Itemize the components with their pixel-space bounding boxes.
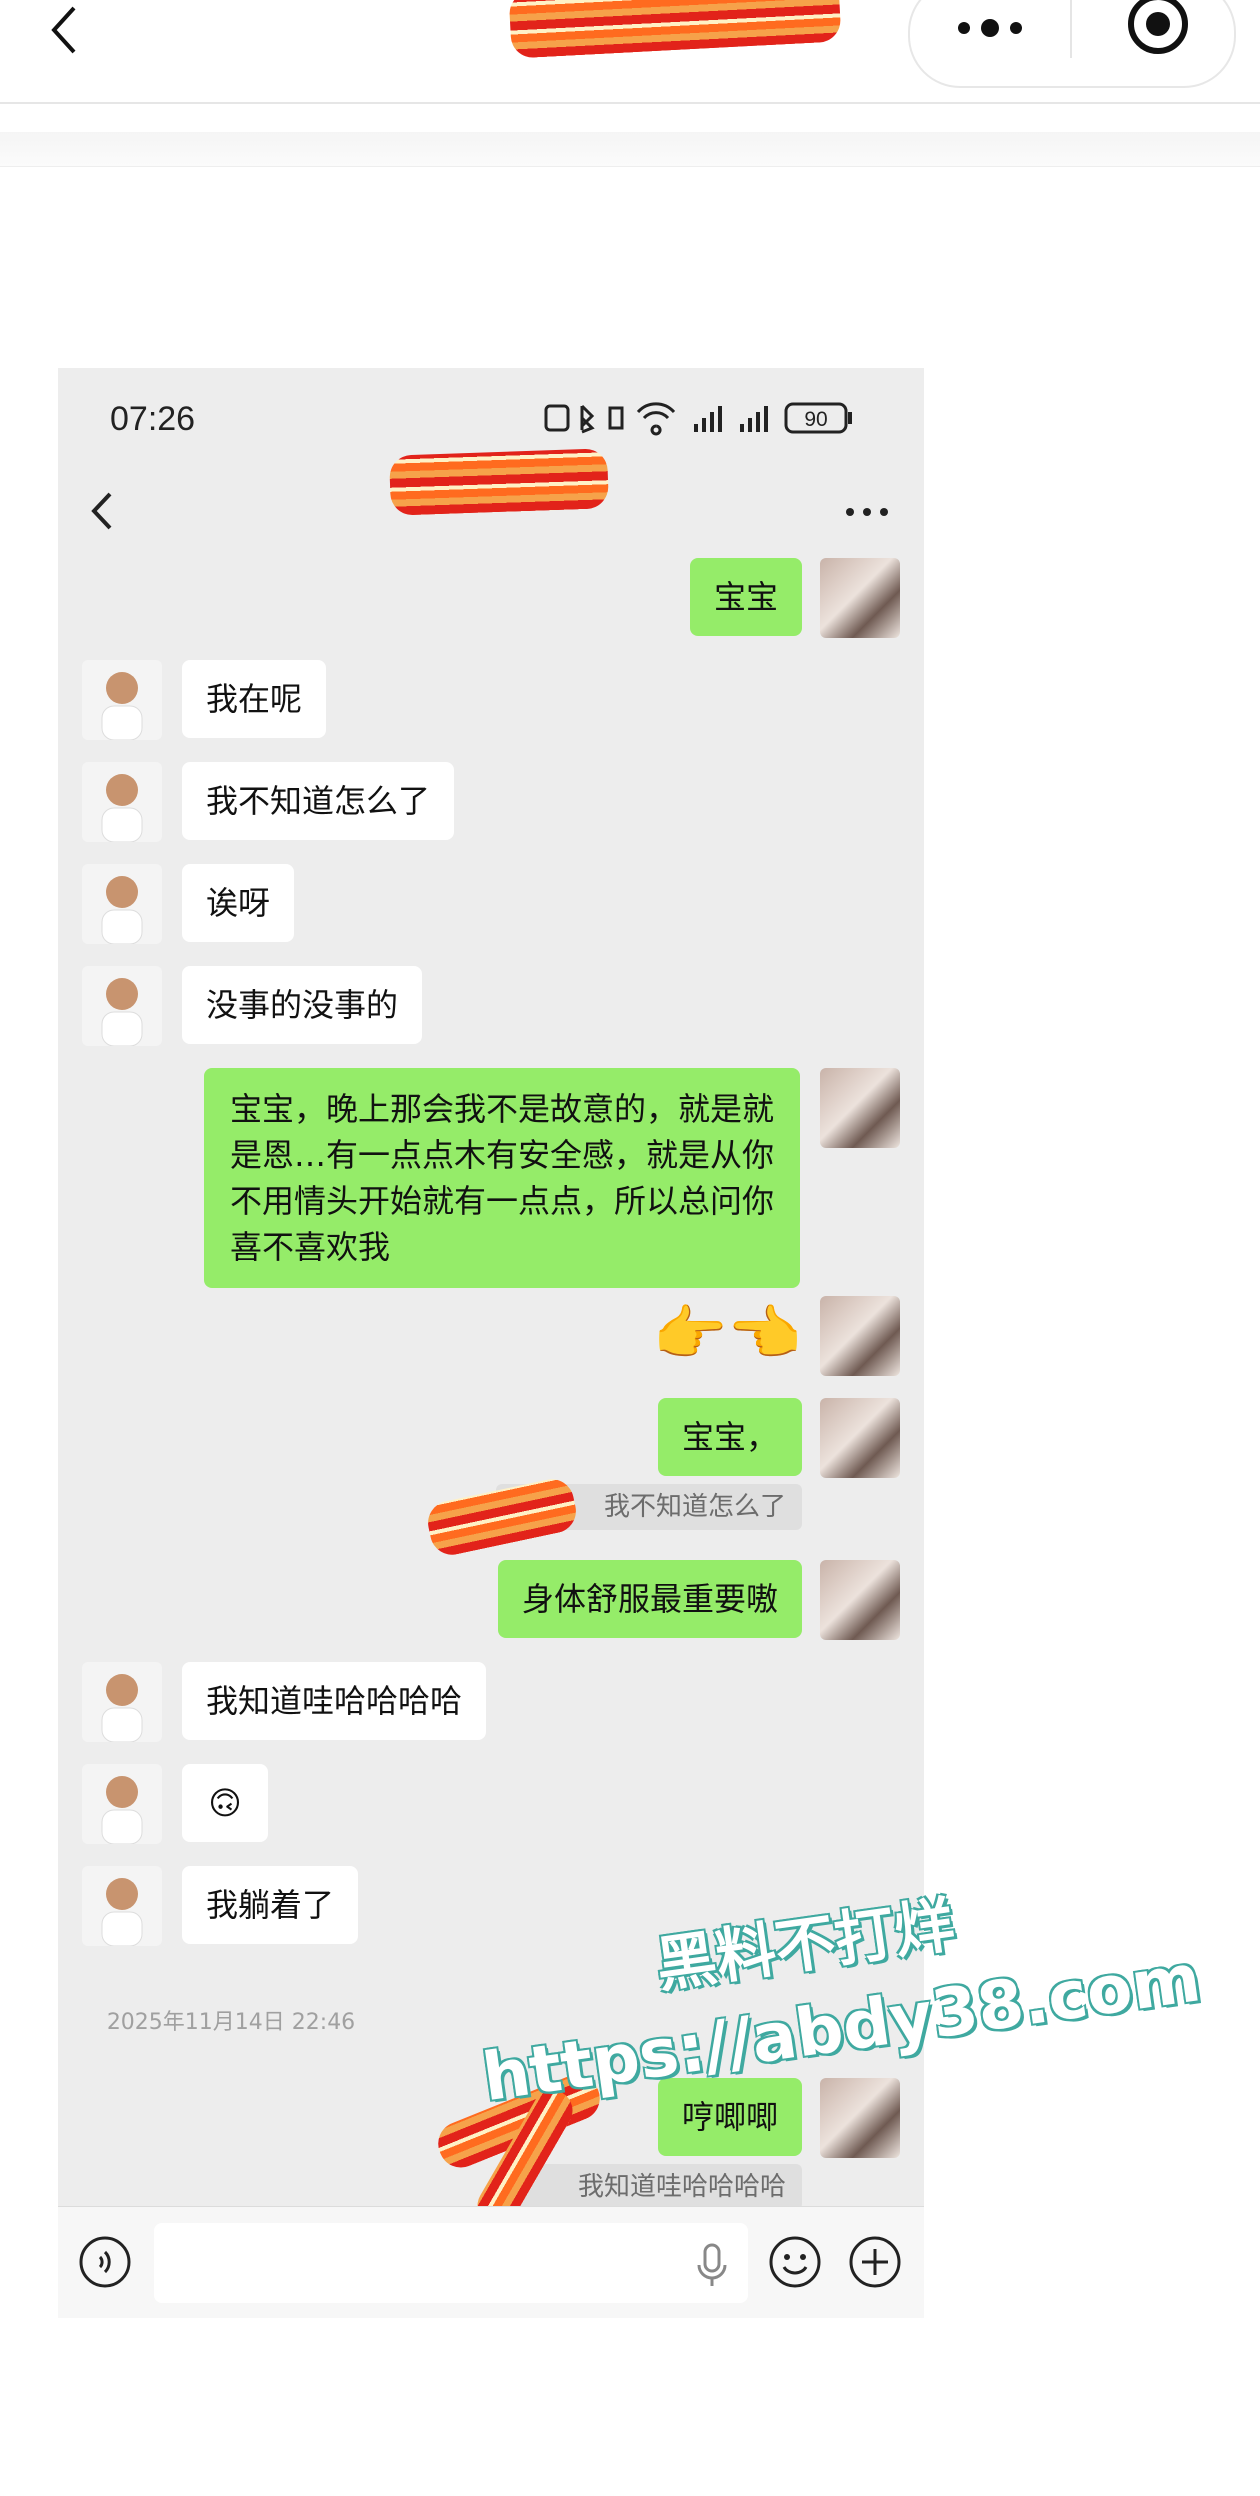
avatar[interactable] xyxy=(82,762,162,842)
battery-level: 90 xyxy=(804,408,827,431)
mic-icon[interactable] xyxy=(692,2237,732,2291)
plus-icon[interactable] xyxy=(848,2235,902,2289)
emoji-message[interactable]: 👉👈 xyxy=(653,1294,802,1374)
mini-program-capsule xyxy=(908,0,1236,88)
avatar[interactable] xyxy=(82,1764,162,1844)
input-bar xyxy=(58,2206,924,2318)
emoji-icon[interactable] xyxy=(768,2235,822,2289)
message-bubble[interactable]: 我在呢 xyxy=(182,660,327,738)
divider-strip xyxy=(0,132,1260,167)
avatar[interactable] xyxy=(820,1560,900,1640)
target-icon[interactable] xyxy=(1122,0,1194,60)
more-dots-icon[interactable] xyxy=(952,0,1028,58)
back-arrow-icon[interactable] xyxy=(44,0,84,60)
message-bubble[interactable]: 没事的没事的 xyxy=(182,966,423,1044)
avatar[interactable] xyxy=(82,864,162,944)
status-time: 07:26 xyxy=(110,400,196,438)
message-bubble[interactable]: 我不知道怎么了 xyxy=(182,762,455,840)
avatar[interactable] xyxy=(820,1068,900,1148)
avatar[interactable] xyxy=(82,660,162,740)
message-bubble[interactable]: 哼唧唧 xyxy=(657,2078,802,2156)
avatar[interactable] xyxy=(820,1398,900,1478)
chat-back-icon[interactable] xyxy=(88,486,118,536)
capsule-divider xyxy=(1070,0,1072,58)
message-bubble[interactable]: 宝宝 xyxy=(689,558,802,636)
status-icons: 90 xyxy=(544,402,852,436)
message-bubble[interactable]: 诶呀 xyxy=(182,864,295,942)
message-bubble[interactable]: 身体舒服最重要嗷 xyxy=(497,1560,802,1638)
message-bubble[interactable]: 我知道哇哈哈哈哈 xyxy=(182,1662,487,1740)
top-bar xyxy=(0,0,1260,104)
avatar[interactable] xyxy=(820,1296,900,1376)
message-input[interactable] xyxy=(154,2223,748,2303)
more-icon[interactable] xyxy=(844,504,890,520)
message-bubble[interactable]: 宝宝， xyxy=(657,1398,802,1476)
avatar[interactable] xyxy=(82,1662,162,1742)
quoted-reply[interactable]: 我知道哇哈哈哈哈 xyxy=(507,2164,802,2210)
message-bubble[interactable]: 🙃 xyxy=(182,1764,268,1842)
redaction-mark xyxy=(389,448,609,516)
redaction-mark xyxy=(508,0,842,59)
avatar[interactable] xyxy=(820,2078,900,2158)
voice-icon[interactable] xyxy=(78,2235,132,2289)
message-bubble[interactable]: 我躺着了 xyxy=(182,1866,359,1944)
avatar[interactable] xyxy=(82,1866,162,1946)
avatar[interactable] xyxy=(82,966,162,1046)
avatar[interactable] xyxy=(820,558,900,638)
message-bubble[interactable]: 宝宝，晚上那会我不是故意的，就是就是恩…有一点点木有安全感，就是从你不用情头开始… xyxy=(204,1068,800,1288)
